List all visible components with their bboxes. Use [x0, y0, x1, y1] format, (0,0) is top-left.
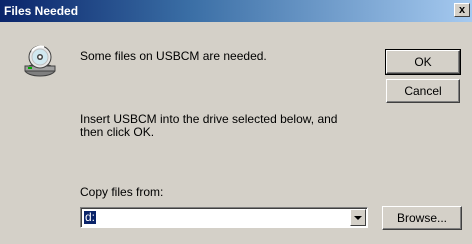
files-needed-dialog: Files Needed x Some files on USBCM are n… [0, 0, 472, 244]
chevron-down-icon [354, 215, 362, 220]
message-text: Some files on USBCM are needed. [80, 49, 267, 63]
dropdown-button[interactable] [350, 209, 366, 226]
cancel-button-label: Cancel [404, 84, 442, 98]
window-title: Files Needed [4, 4, 79, 18]
cd-drive-icon [24, 45, 56, 77]
ok-button-label: OK [414, 55, 432, 69]
title-bar[interactable]: Files Needed x [0, 0, 472, 22]
browse-button[interactable]: Browse... [382, 206, 462, 230]
copy-from-value[interactable]: d: [84, 211, 97, 224]
copy-files-label: Copy files from: [80, 185, 164, 199]
browse-button-label: Browse... [396, 211, 447, 225]
close-icon: x [458, 3, 466, 16]
ok-button[interactable]: OK [385, 49, 461, 75]
instruction-text: Insert USBCM into the drive selected bel… [80, 112, 338, 139]
cancel-button[interactable]: Cancel [386, 79, 460, 103]
close-button[interactable]: x [454, 3, 470, 17]
copy-from-combobox[interactable]: d: [80, 207, 368, 228]
